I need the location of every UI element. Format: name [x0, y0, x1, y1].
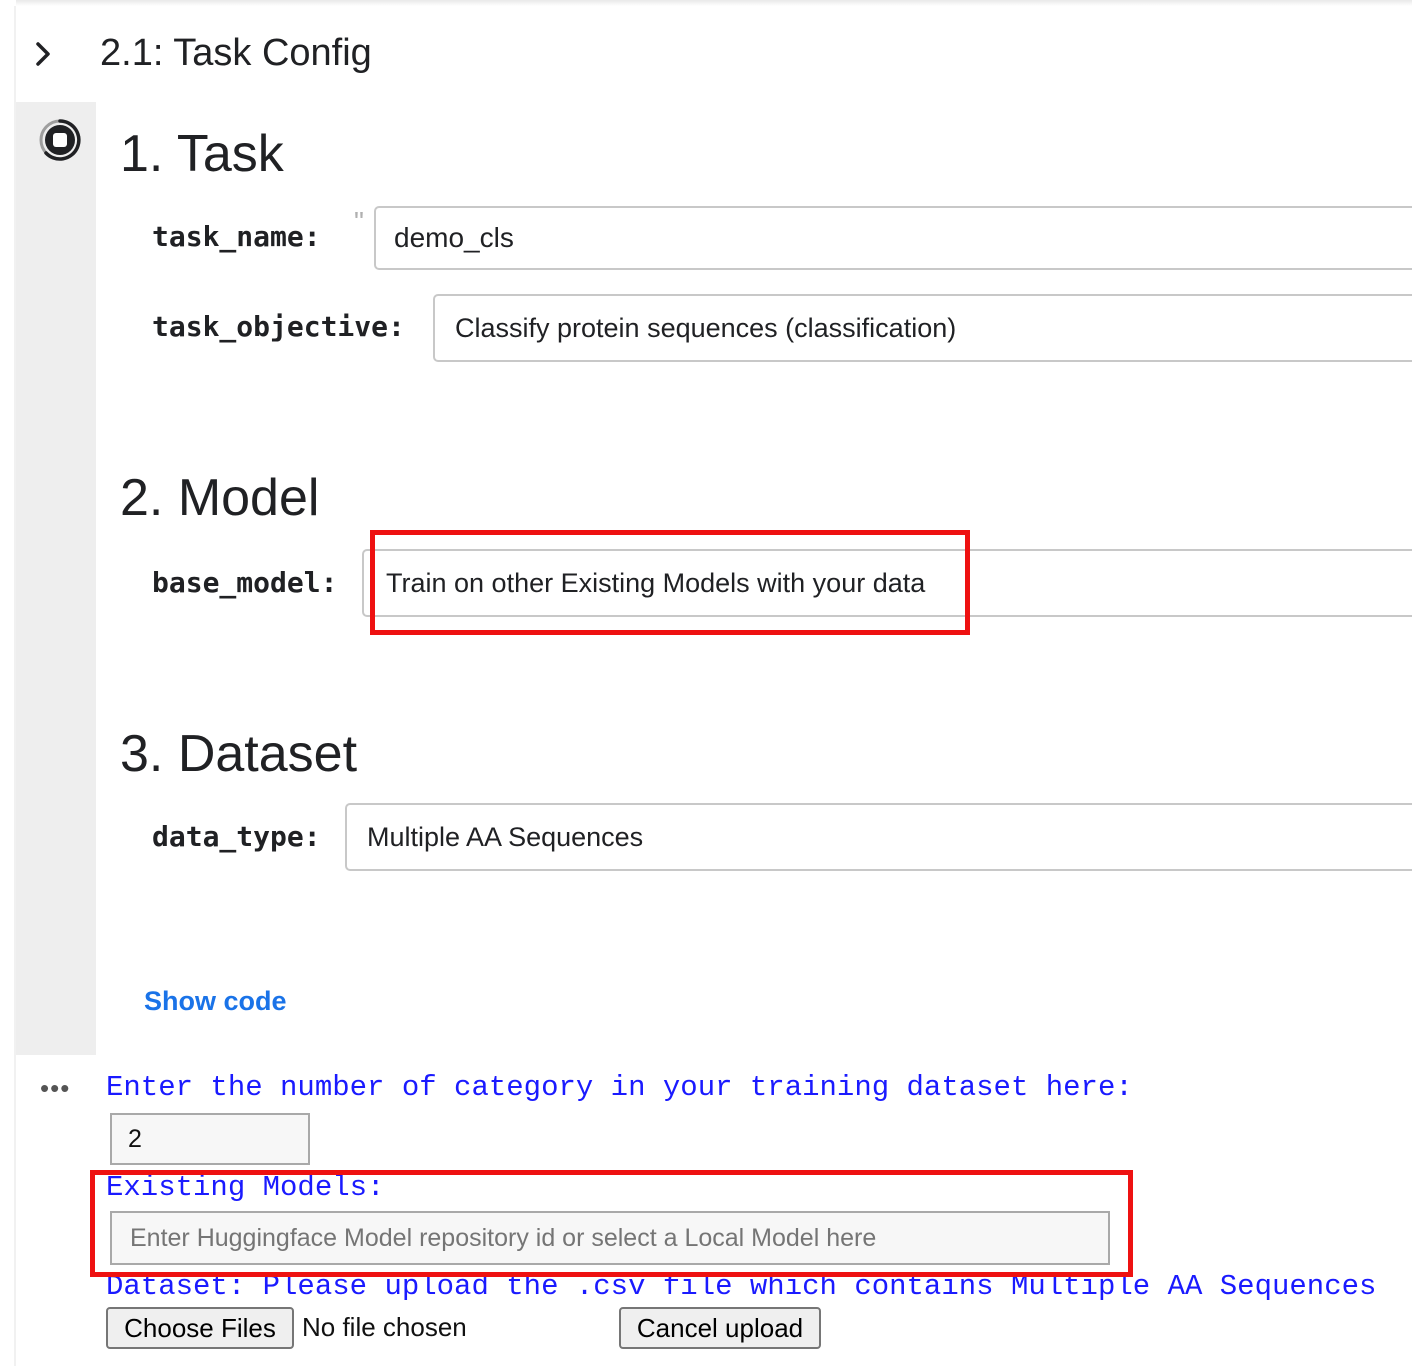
dataset-heading: 3. Dataset	[120, 725, 358, 783]
task-objective-label: task_objective:	[152, 310, 405, 343]
base-model-select[interactable]: Train on other Existing Models with your…	[362, 549, 1412, 617]
category-prompt: Enter the number of category in your tra…	[106, 1071, 1133, 1104]
task-name-label: task_name:	[152, 220, 321, 253]
dataset-upload-prompt: Dataset: Please upload the .csv file whi…	[106, 1270, 1377, 1303]
no-file-text: No file chosen	[302, 1312, 467, 1342]
existing-models-input[interactable]: Enter Huggingface Model repository id or…	[110, 1211, 1110, 1265]
cell-title: 2.1: Task Config	[100, 32, 372, 74]
model-heading: 2. Model	[120, 469, 320, 527]
data-type-select[interactable]: Multiple AA Sequences	[345, 803, 1412, 871]
cell-output: ••• Enter the number of category in your…	[16, 1055, 1412, 1366]
existing-models-label: Existing Models:	[106, 1171, 385, 1204]
chevron-right-icon[interactable]	[28, 36, 58, 72]
task-objective-select[interactable]: Classify protein sequences (classificati…	[433, 294, 1412, 362]
form-area: 1. Task task_name: " demo_cls task_objec…	[96, 102, 1412, 1055]
cell-header: 2.1: Task Config	[16, 6, 1412, 102]
show-code-link[interactable]: Show code	[144, 986, 287, 1017]
string-quote-mark: "	[354, 206, 364, 237]
cancel-upload-button[interactable]: Cancel upload	[619, 1307, 821, 1349]
task-heading: 1. Task	[120, 125, 284, 183]
more-options-icon[interactable]: •••	[40, 1073, 70, 1104]
category-count-input[interactable]: 2	[110, 1113, 310, 1165]
base-model-label: base_model:	[152, 566, 338, 599]
task-name-input[interactable]: demo_cls	[374, 206, 1412, 270]
data-type-label: data_type:	[152, 820, 321, 853]
cell-gutter	[16, 102, 96, 1055]
choose-files-button[interactable]: Choose Files	[106, 1307, 294, 1349]
stop-run-icon[interactable]	[36, 116, 84, 164]
